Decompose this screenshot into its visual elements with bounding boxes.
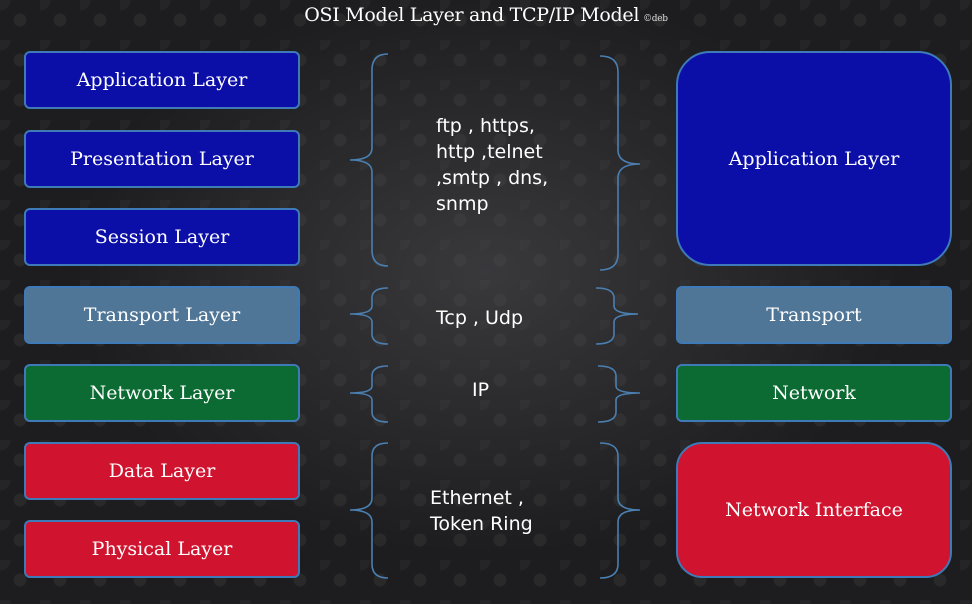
tcpip-network-interface-layer: Network Interface <box>676 442 952 578</box>
left-brace-transport <box>349 287 389 345</box>
right-brace-application <box>599 55 641 271</box>
right-brace-network-interface <box>599 442 641 579</box>
right-brace-transport <box>595 287 639 345</box>
tcpip-network-layer: Network <box>676 364 952 422</box>
left-brace-network <box>349 365 389 423</box>
right-brace-network <box>597 365 641 423</box>
tcpip-network-interface-layer-label: Network Interface <box>725 499 903 521</box>
tcpip-transport-layer-label: Transport <box>766 304 862 326</box>
tcpip-application-layer: Application Layer <box>676 51 952 266</box>
tcpip-network-layer-label: Network <box>772 382 856 404</box>
tcpip-transport-layer: Transport <box>676 286 952 344</box>
tcpip-application-layer-label: Application Layer <box>728 147 900 170</box>
left-brace-network-interface <box>349 442 389 579</box>
left-brace-application <box>349 53 389 267</box>
